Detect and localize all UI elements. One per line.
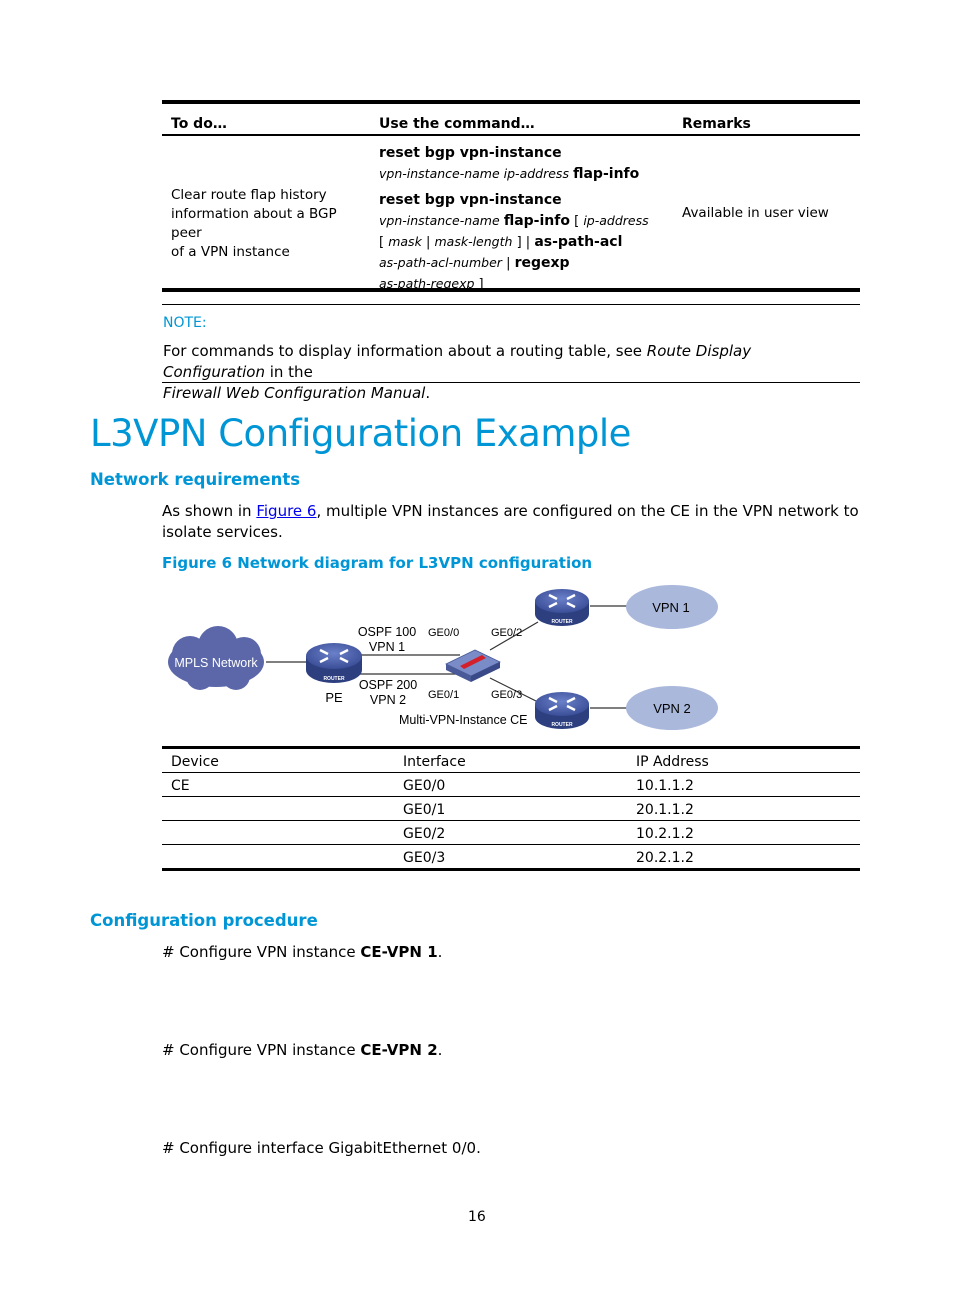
- command-table-header: To do… Use the command… Remarks: [162, 104, 860, 136]
- todo-line: information about a BGP peer: [171, 206, 337, 241]
- ce-label: Multi-VPN-Instance CE: [399, 713, 528, 727]
- table-row: GE0/1 20.1.1.2: [162, 797, 860, 821]
- cmd-arg: vpn-instance-name ip-address: [379, 166, 569, 181]
- note-text-part: For commands to display information abou…: [163, 342, 647, 360]
- pe-label: PE: [325, 690, 343, 705]
- command-table: To do… Use the command… Remarks Clear ro…: [162, 100, 860, 292]
- ge01-label: GE0/1: [428, 689, 459, 701]
- cmd-keyword: as-path-acl: [534, 234, 623, 250]
- header-command: Use the command…: [379, 116, 535, 132]
- cmd-bracket: ]: [478, 277, 484, 292]
- figure-caption: Figure 6 Network diagram for L3VPN confi…: [162, 554, 593, 572]
- step-text: # Configure VPN instance: [162, 1041, 361, 1059]
- note-box: NOTE: For commands to display informatio…: [162, 304, 860, 402]
- cmd-arg: mask-length: [434, 234, 513, 249]
- table-row: CE GE0/0 10.1.1.2: [162, 773, 860, 797]
- ip-cell: 10.2.1.2: [636, 826, 694, 842]
- ge03-label: GE0/3: [491, 689, 522, 701]
- cmd-keyword: flap-info: [573, 166, 640, 182]
- command-table-row: Clear route flap history information abo…: [162, 136, 860, 292]
- configuration-procedure-heading: Configuration procedure: [90, 911, 318, 930]
- vpn2-link-label: VPN 2: [370, 693, 406, 707]
- cmd-arg: as-path-acl-number: [379, 255, 502, 270]
- cmd-keyword: reset bgp vpn-instance: [379, 192, 562, 208]
- ge00-label: GE0/0: [428, 627, 459, 639]
- vpn1-link-label: VPN 1: [369, 640, 405, 654]
- address-table-header: Device Interface IP Address: [162, 749, 860, 773]
- table-row: GE0/2 10.2.1.2: [162, 821, 860, 845]
- command-cell: reset bgp vpn-instance vpn-instance-name…: [379, 143, 669, 300]
- device-cell: CE: [171, 778, 190, 794]
- cmd-arg: vpn-instance-name: [379, 213, 500, 228]
- step-configure-ce-vpn1: # Configure VPN instance CE-VPN 1.: [162, 943, 442, 961]
- cmd-bracket: ] |: [516, 235, 531, 250]
- interface-cell: GE0/0: [403, 778, 446, 794]
- note-text: For commands to display information abou…: [163, 341, 853, 404]
- todo-cell: Clear route flap history information abo…: [171, 186, 371, 262]
- cmd-arg: mask: [388, 234, 422, 249]
- todo-line: of a VPN instance: [171, 244, 290, 260]
- step-keyword: CE-VPN 2: [360, 1041, 438, 1059]
- header-remarks: Remarks: [682, 116, 751, 132]
- remarks-cell: Available in user view: [682, 205, 829, 221]
- interface-cell: GE0/3: [403, 850, 446, 866]
- cmd-pipe: |: [425, 235, 431, 250]
- note-label: NOTE:: [163, 315, 207, 331]
- router-tag: ROUTER: [323, 676, 345, 682]
- step-configure-interface: # Configure interface GigabitEthernet 0/…: [162, 1139, 481, 1157]
- header-device: Device: [171, 754, 219, 770]
- cmd-keyword: reset bgp vpn-instance: [379, 145, 562, 161]
- table-row: GE0/3 20.2.1.2: [162, 845, 860, 868]
- interface-cell: GE0/1: [403, 802, 446, 818]
- address-table: Device Interface IP Address CE GE0/0 10.…: [162, 746, 860, 871]
- cmd-keyword: regexp: [514, 255, 570, 271]
- ge02-label: GE0/2: [491, 627, 522, 639]
- cmd-arg: as-path-regexp: [379, 276, 475, 291]
- step-end: .: [437, 943, 443, 961]
- network-requirements-heading: Network requirements: [90, 470, 301, 489]
- ospf100-label: OSPF 100: [358, 625, 416, 639]
- vpn2-site-label: VPN 2: [653, 701, 691, 716]
- cloud-label: MPLS Network: [174, 656, 258, 670]
- note-text-part: in the: [264, 363, 313, 381]
- network-diagram: MPLS Network ROUTER PE OSPF 100 VPN 1 OS…: [168, 585, 718, 730]
- header-ip-address: IP Address: [636, 754, 709, 770]
- page-number: 16: [468, 1209, 486, 1225]
- cmd-pipe: |: [506, 256, 511, 271]
- paragraph-text: As shown in: [162, 502, 257, 520]
- header-todo: To do…: [171, 116, 227, 132]
- cmd-bracket: [: [379, 235, 385, 250]
- cmd-bracket: [: [574, 214, 580, 229]
- command-2: reset bgp vpn-instance vpn-instance-name…: [379, 190, 669, 295]
- pe-router-icon: ROUTER: [306, 643, 362, 683]
- note-reference: Firewall Web Configuration Manual: [163, 384, 426, 402]
- ip-cell: 20.1.1.2: [636, 802, 694, 818]
- command-1: reset bgp vpn-instance vpn-instance-name…: [379, 143, 669, 185]
- network-requirements-paragraph: As shown in Figure 6, multiple VPN insta…: [162, 501, 867, 543]
- interface-cell: GE0/2: [403, 826, 446, 842]
- cmd-arg: ip-address: [583, 213, 649, 228]
- vpn2-router-icon: ROUTER: [535, 692, 589, 729]
- router-tag: ROUTER: [551, 722, 573, 728]
- router-tag: ROUTER: [551, 619, 573, 625]
- step-text: # Configure VPN instance: [162, 943, 361, 961]
- ospf200-label: OSPF 200: [359, 678, 417, 692]
- vpn1-router-icon: ROUTER: [535, 589, 589, 626]
- step-keyword: CE-VPN 1: [360, 943, 438, 961]
- note-text-part: .: [425, 384, 431, 402]
- todo-line: Clear route flap history: [171, 187, 327, 203]
- vpn1-site-label: VPN 1: [652, 600, 690, 615]
- step-end: .: [437, 1041, 443, 1059]
- ip-cell: 20.2.1.2: [636, 850, 694, 866]
- step-text: # Configure interface GigabitEthernet 0/…: [162, 1139, 481, 1157]
- step-configure-ce-vpn2: # Configure VPN instance CE-VPN 2.: [162, 1041, 442, 1059]
- header-interface: Interface: [403, 754, 466, 770]
- ip-cell: 10.1.1.2: [636, 778, 694, 794]
- figure-6-link[interactable]: Figure 6: [256, 502, 316, 520]
- cmd-keyword: flap-info: [503, 213, 570, 229]
- section-title: L3VPN Configuration Example: [90, 412, 631, 455]
